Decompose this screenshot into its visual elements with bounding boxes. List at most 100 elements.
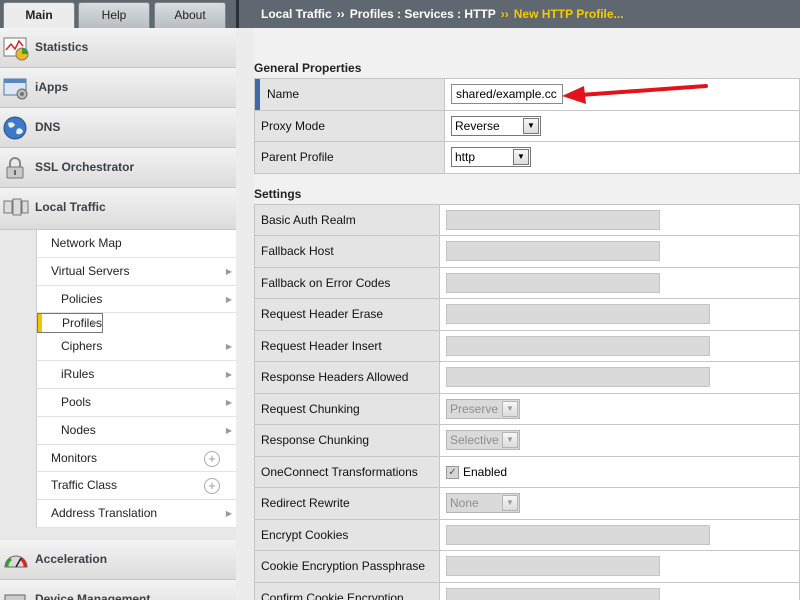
tab-about[interactable]: About xyxy=(154,2,226,28)
row-request-chunking: Request Chunking Preserve ▼ xyxy=(254,392,800,425)
row-response-chunking: Response Chunking Selective ▼ xyxy=(254,424,800,457)
nav-item-network-map[interactable]: Network Map xyxy=(37,230,236,258)
oneconnect-checkbox[interactable]: ✓ xyxy=(446,465,459,479)
cookie-encryption-passphrase-label: Cookie Encryption Passphrase xyxy=(254,550,440,583)
nav-item-label: Pools xyxy=(61,394,92,409)
breadcrumb-separator: ›› xyxy=(500,7,509,21)
annotation-arrow-icon xyxy=(562,84,708,104)
fallback-host-label: Fallback Host xyxy=(254,235,440,268)
breadcrumb-local-traffic[interactable]: Local Traffic xyxy=(261,7,332,21)
response-chunking-select[interactable]: Selective ▼ xyxy=(446,430,520,451)
settings-heading: Settings xyxy=(254,186,302,201)
response-chunking-value: Selective xyxy=(450,433,499,448)
row-redirect-rewrite: Redirect Rewrite None ▼ xyxy=(254,487,800,520)
proxy-mode-value: Reverse xyxy=(455,118,500,133)
row-oneconnect-transformations: OneConnect Transformations ✓ Enabled xyxy=(254,455,800,488)
breadcrumb: Local Traffic ›› Profiles : Services : HTT… xyxy=(236,0,800,28)
nav-item-label: Address Translation xyxy=(51,506,158,521)
nav-item-profiles[interactable]: Profiles ▶ xyxy=(37,313,104,334)
nav-iapps-label: iApps xyxy=(35,80,69,94)
tab-help[interactable]: Help xyxy=(78,2,150,28)
iapps-icon xyxy=(3,78,28,100)
lock-icon xyxy=(6,157,24,179)
fallback-host-input[interactable] xyxy=(446,241,660,262)
row-request-header-insert: Request Header Insert xyxy=(254,329,800,362)
row-response-headers-allowed: Response Headers Allowed xyxy=(254,361,800,394)
nav-item-irules[interactable]: iRules ▶ xyxy=(37,361,236,389)
nav-item-label: Nodes xyxy=(61,422,96,437)
breadcrumb-separator: ›› xyxy=(336,7,345,21)
nav-item-virtual-servers[interactable]: Virtual Servers ▶ xyxy=(37,258,236,286)
nav-section-statistics[interactable]: Statistics xyxy=(0,28,236,68)
nav-item-pools[interactable]: Pools ▶ xyxy=(37,389,236,417)
request-chunking-value: Preserve xyxy=(450,401,499,416)
chevron-right-icon: ▶ xyxy=(225,266,232,276)
nav-local-traffic-label: Local Traffic xyxy=(35,200,106,214)
fallback-error-codes-label: Fallback on Error Codes xyxy=(254,266,440,299)
breadcrumb-current: New HTTP Profile... xyxy=(513,7,624,21)
form-content: General Properties Name shared/example.c… xyxy=(254,28,800,600)
add-icon[interactable]: + xyxy=(204,450,220,467)
add-icon[interactable]: + xyxy=(204,478,220,495)
chevron-right-icon: ▶ xyxy=(91,318,99,328)
settings-table: Basic Auth Realm Fallback Host Fallback … xyxy=(254,203,800,600)
nav-item-nodes[interactable]: Nodes ▶ xyxy=(37,417,236,445)
parent-profile-value: http xyxy=(455,150,476,165)
chevron-right-icon: ▶ xyxy=(225,509,232,519)
nav-item-label: iRules xyxy=(61,367,95,382)
basic-auth-realm-input[interactable] xyxy=(446,209,660,230)
request-header-insert-input[interactable] xyxy=(446,335,710,356)
nav-section-ssl-orchestrator[interactable]: SSL Orchestrator xyxy=(0,148,236,188)
nav-section-device-management[interactable]: Device Management xyxy=(0,579,236,600)
chevron-down-icon: ▼ xyxy=(502,495,518,512)
chevron-down-icon: ▼ xyxy=(513,149,529,166)
nav-item-policies[interactable]: Policies ▶ xyxy=(37,286,236,314)
general-properties-heading: General Properties xyxy=(254,61,362,75)
redirect-rewrite-select[interactable]: None ▼ xyxy=(446,493,520,514)
request-chunking-select[interactable]: Preserve ▼ xyxy=(446,398,520,419)
nav-item-label: Network Map xyxy=(51,236,122,250)
cookie-encryption-passphrase-input[interactable] xyxy=(446,556,660,577)
row-parent-profile: Parent Profile http ▼ xyxy=(254,141,800,174)
row-fallback-error-codes: Fallback on Error Codes xyxy=(254,266,800,299)
confirm-cookie-encryption-input[interactable] xyxy=(446,587,660,600)
proxy-mode-label: Proxy Mode xyxy=(254,109,445,142)
nav-ssl-label: SSL Orchestrator xyxy=(35,160,135,174)
device-icon xyxy=(4,594,26,600)
response-headers-allowed-input[interactable] xyxy=(446,367,710,388)
chevron-right-icon: ▶ xyxy=(225,294,232,304)
nav-section-dns[interactable]: DNS xyxy=(0,108,236,148)
row-encrypt-cookies: Encrypt Cookies xyxy=(254,518,800,551)
local-traffic-icon xyxy=(3,198,29,216)
name-input[interactable]: shared/example.cc xyxy=(451,84,563,105)
statistics-icon xyxy=(3,37,29,61)
fallback-error-codes-input[interactable] xyxy=(446,272,660,293)
proxy-mode-select[interactable]: Reverse ▼ xyxy=(451,115,541,136)
row-basic-auth-realm: Basic Auth Realm xyxy=(254,203,800,236)
nav-item-monitors[interactable]: Monitors + xyxy=(37,445,236,473)
nav-section-local-traffic[interactable]: Local Traffic xyxy=(0,188,236,230)
nav-section-acceleration[interactable]: Acceleration xyxy=(0,539,236,580)
chevron-down-icon: ▼ xyxy=(523,117,539,134)
parent-profile-select[interactable]: http ▼ xyxy=(451,147,531,168)
chevron-down-icon: ▼ xyxy=(502,400,518,417)
nav-section-iapps[interactable]: iApps xyxy=(0,68,236,108)
breadcrumb-profiles[interactable]: Profiles : Services : HTTP xyxy=(350,7,496,21)
confirm-cookie-encryption-label: Confirm Cookie Encryption xyxy=(254,581,440,600)
chevron-right-icon: ▶ xyxy=(225,342,232,352)
nav-item-label: Policies xyxy=(61,291,103,306)
encrypt-cookies-input[interactable] xyxy=(446,524,710,545)
request-header-erase-input[interactable] xyxy=(446,304,710,325)
nav-item-traffic-class[interactable]: Traffic Class + xyxy=(37,472,236,501)
nav-item-ciphers[interactable]: Ciphers ▶ xyxy=(37,333,236,362)
tab-main[interactable]: Main xyxy=(3,2,75,29)
encrypt-cookies-label: Encrypt Cookies xyxy=(254,518,440,551)
request-chunking-label: Request Chunking xyxy=(254,392,440,425)
chevron-right-icon: ▶ xyxy=(225,397,232,407)
nav-statistics-label: Statistics xyxy=(35,40,89,54)
nav-item-address-translation[interactable]: Address Translation ▶ xyxy=(37,500,236,528)
row-request-header-erase: Request Header Erase xyxy=(254,298,800,331)
